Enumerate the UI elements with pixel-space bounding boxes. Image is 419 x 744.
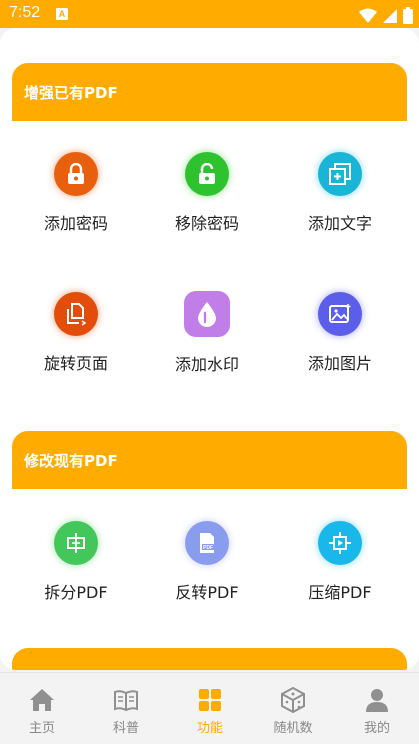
add-text-icon [318, 152, 362, 196]
content-card: 增强已有PDF 添加密码 移除密码 添加文字 旋转页面 添加水印 添加图片 修改… [0, 28, 419, 670]
split-icon [54, 521, 98, 565]
tool-compress-pdf[interactable]: 压缩PDF [280, 521, 400, 603]
tool-add-password[interactable]: 添加密码 [16, 152, 136, 234]
add-image-icon [318, 292, 362, 336]
unlock-icon [185, 152, 229, 196]
dice-icon [281, 687, 305, 713]
section-header-modify: 修改现有PDF [12, 431, 407, 489]
tool-label: 添加密码 [43, 214, 108, 233]
tool-add-image[interactable]: 添加图片 [280, 292, 400, 374]
lock-icon [54, 152, 98, 196]
tool-add-text[interactable]: 添加文字 [280, 152, 400, 234]
nav-home[interactable]: 主页 [2, 673, 82, 744]
compress-icon [318, 521, 362, 565]
watermark-icon [184, 291, 230, 337]
tool-label: 添加文字 [307, 214, 372, 233]
tool-add-watermark[interactable]: 添加水印 [147, 291, 267, 375]
rotate-page-icon [54, 292, 98, 336]
tool-label: 拆分PDF [44, 583, 108, 602]
tool-label: 反转PDF [175, 583, 239, 602]
nav-label: 随机数 [273, 721, 313, 736]
battery-icon [403, 7, 413, 24]
nav-random[interactable]: 随机数 [253, 673, 333, 744]
notification-icon: A [56, 8, 68, 20]
nav-profile[interactable]: 我的 [337, 673, 417, 744]
svg-text:PDF: PDF [203, 545, 213, 551]
tool-label: 压缩PDF [308, 583, 372, 602]
nav-features[interactable]: 功能 [170, 673, 250, 744]
signal-icon [382, 8, 397, 23]
section-title: 修改现有PDF [24, 452, 118, 470]
home-icon [30, 689, 54, 711]
tool-label: 添加水印 [174, 355, 239, 374]
nav-label: 功能 [196, 721, 223, 736]
tool-label: 旋转页面 [43, 354, 108, 373]
status-time: 7:52 [9, 4, 41, 21]
section-header-next [12, 648, 407, 670]
book-icon [114, 690, 138, 712]
tool-rotate-page[interactable]: 旋转页面 [16, 292, 136, 374]
section-title: 增强已有PDF [24, 84, 118, 102]
wifi-icon [358, 8, 377, 23]
nav-label: 我的 [363, 721, 390, 736]
tool-remove-password[interactable]: 移除密码 [147, 152, 267, 234]
bottom-nav: 主页 科普 功能 随机数 我的 [0, 672, 419, 744]
section-header-enhance: 增强已有PDF [12, 63, 407, 121]
nav-label: 科普 [112, 721, 139, 736]
user-icon [366, 689, 388, 712]
tool-label: 添加图片 [307, 354, 372, 373]
reverse-pdf-icon: PDF [185, 521, 229, 565]
tool-label: 移除密码 [174, 214, 239, 233]
nav-label: 主页 [28, 721, 55, 736]
tool-reverse-pdf[interactable]: PDF 反转PDF [147, 521, 267, 603]
tool-split-pdf[interactable]: 拆分PDF [16, 521, 136, 603]
status-bar: 7:52 A [0, 0, 419, 28]
status-icons [358, 5, 413, 24]
grid-icon [199, 689, 221, 711]
nav-science[interactable]: 科普 [86, 673, 166, 744]
